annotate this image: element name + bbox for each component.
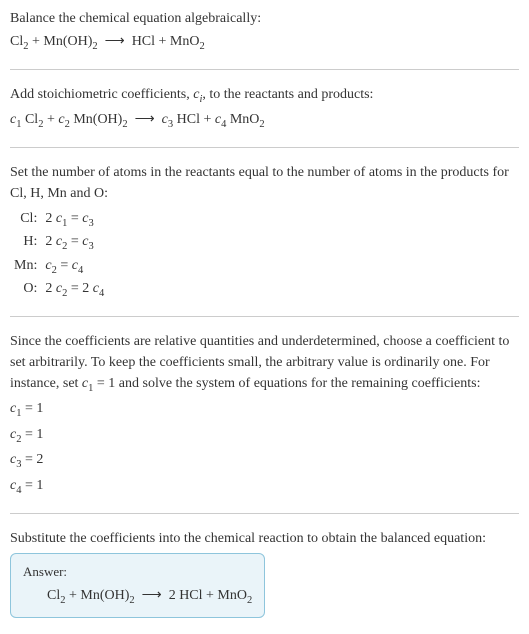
- section-5: Substitute the coefficients into the che…: [10, 528, 519, 618]
- atom-row: Mn:c2 = c4: [10, 255, 108, 279]
- section-1-title: Balance the chemical equation algebraica…: [10, 8, 519, 29]
- divider: [10, 69, 519, 70]
- atom-row: H:2 c2 = c3: [10, 231, 108, 255]
- answer-label: Answer:: [23, 562, 252, 582]
- atom-equation: 2 c1 = c3: [41, 208, 108, 232]
- divider: [10, 513, 519, 514]
- atom-equation: 2 c2 = c3: [41, 231, 108, 255]
- atom-element: Mn:: [10, 255, 41, 279]
- coefficient-line: c1 = 1: [10, 398, 519, 422]
- section-2: Add stoichiometric coefficients, ci, to …: [10, 84, 519, 133]
- section-4-title: Since the coefficients are relative quan…: [10, 331, 519, 397]
- coefficient-line: c3 = 2: [10, 449, 519, 473]
- atom-equation: 2 c2 = 2 c4: [41, 278, 108, 302]
- section-1: Balance the chemical equation algebraica…: [10, 8, 519, 55]
- atom-row: Cl:2 c1 = c3: [10, 208, 108, 232]
- section-2-equation: c1 Cl2 + c2 Mn(OH)2 ⟶ c3 HCl + c4 MnO2: [10, 109, 519, 133]
- section-2-title: Add stoichiometric coefficients, ci, to …: [10, 84, 519, 108]
- coefficient-line: c4 = 1: [10, 475, 519, 499]
- divider: [10, 316, 519, 317]
- atom-table: Cl:2 c1 = c3H:2 c2 = c3Mn:c2 = c4O:2 c2 …: [10, 208, 108, 302]
- divider: [10, 147, 519, 148]
- atom-element: Cl:: [10, 208, 41, 232]
- section-4: Since the coefficients are relative quan…: [10, 331, 519, 499]
- atom-row: O:2 c2 = 2 c4: [10, 278, 108, 302]
- atom-equation: c2 = c4: [41, 255, 108, 279]
- coefficient-line: c2 = 1: [10, 424, 519, 448]
- section-3: Set the number of atoms in the reactants…: [10, 162, 519, 302]
- atom-element: O:: [10, 278, 41, 302]
- atom-element: H:: [10, 231, 41, 255]
- section-5-title: Substitute the coefficients into the che…: [10, 528, 519, 549]
- section-3-title: Set the number of atoms in the reactants…: [10, 162, 519, 204]
- answer-box: Answer: Cl2 + Mn(OH)2 ⟶ 2 HCl + MnO2: [10, 553, 265, 618]
- section-1-equation: Cl2 + Mn(OH)2 ⟶ HCl + MnO2: [10, 31, 519, 55]
- answer-equation: Cl2 + Mn(OH)2 ⟶ 2 HCl + MnO2: [23, 585, 252, 609]
